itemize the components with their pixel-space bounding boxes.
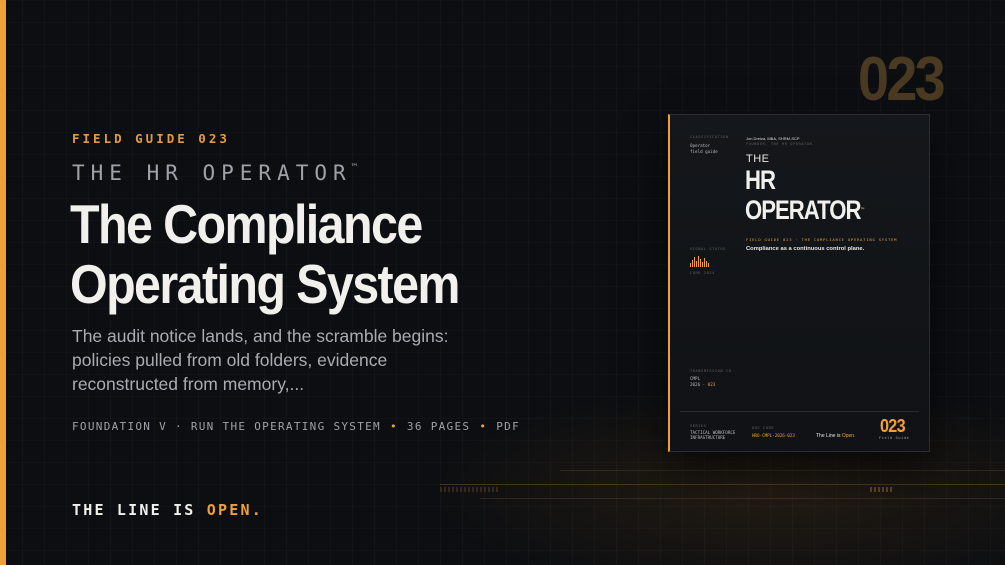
signal-bars-icon [690, 256, 710, 267]
trademark-mark: ™ [351, 163, 358, 173]
cover-title-operator: OPERATOR™ [745, 195, 865, 225]
cover-title-operator-text: OPERATOR [745, 195, 862, 225]
cover-trademark: ™ [860, 207, 865, 213]
bullet-separator: • [479, 420, 488, 433]
eyebrow-label: FIELD GUIDE 023 [72, 131, 230, 146]
cover-transmission-line2: 2026 · 023 [690, 382, 716, 387]
cover-classification-line2: field guide [690, 149, 718, 154]
circuit-trace [560, 470, 1005, 471]
cover-signal-value: CURR 2024 [690, 271, 715, 275]
cover-number: 023 [880, 416, 906, 436]
cover-doc-label: DOC CODE [752, 426, 775, 430]
page-title: The Compliance Operating System [70, 193, 460, 315]
cover-transmission-line1: CMPL [690, 376, 701, 381]
circuit-block [440, 487, 500, 492]
description: The audit notice lands, and the scramble… [72, 326, 449, 394]
accent-bar [0, 0, 6, 565]
cover-subtitle: Compliance as a continuous control plane… [746, 246, 865, 252]
circuit-trace [440, 484, 1005, 485]
circuit-block [870, 487, 894, 492]
tagline-accent: OPEN. [206, 501, 263, 519]
meta-format: PDF [496, 420, 521, 433]
cover-series-label: SERIES [690, 424, 707, 428]
meta-pages: 36 PAGES [406, 420, 471, 433]
cover-classification-label: CLASSIFICATION [690, 135, 729, 139]
meta-line: FOUNDATION V · RUN THE OPERATING SYSTEM •… [72, 420, 520, 433]
title-line-1: The Compliance [70, 193, 423, 255]
cover-field-guide-line: FIELD GUIDE 023 · THE COMPLIANCE OPERATI… [746, 237, 898, 242]
tagline-prefix: THE LINE IS [72, 501, 196, 519]
cover-transmission-year: 2026 [690, 382, 701, 387]
bullet-separator: • [389, 420, 398, 433]
brand-name: THE HR OPERATOR™ [72, 161, 357, 185]
meta-series: FOUNDATION V · RUN THE OPERATING SYSTEM [72, 420, 381, 433]
brand-text: THE HR OPERATOR [72, 161, 352, 185]
title-line-2: Operating System [70, 253, 460, 315]
cover-line-accent: Open. [841, 433, 856, 439]
cover-transmission-label: TRANSMISSION ID [690, 369, 732, 373]
cover-classification-line1: Operator [690, 143, 711, 148]
circuit-trace [480, 498, 1005, 499]
cover-line-prefix: The Line is [816, 433, 841, 439]
cover-founder: FOUNDER, THE HR OPERATOR [746, 142, 813, 146]
cover-series-line2: INFRASTRUCTURE [690, 435, 726, 440]
cover-signal-label: SIGNAL STATUS [690, 247, 726, 251]
cover-author: Jon Dreiza, MBA, SHRM-SCP [746, 136, 800, 141]
cover-doc-code: HRO-CMPL-2026-023 [752, 433, 795, 438]
cover-line-open: The Line is Open. [816, 433, 855, 439]
cover-image: CLASSIFICATION Operator field guide Jon … [668, 114, 930, 452]
cover-title-hr: HR [745, 165, 776, 195]
tagline: THE LINE IS OPEN. [72, 501, 263, 519]
cover-transmission-code: 023 [707, 382, 716, 387]
cover-divider [680, 411, 919, 412]
cover-title-the: THE [746, 153, 770, 165]
cover-number-caption: Field Guide [879, 436, 910, 440]
issue-number: 023 [858, 45, 946, 114]
